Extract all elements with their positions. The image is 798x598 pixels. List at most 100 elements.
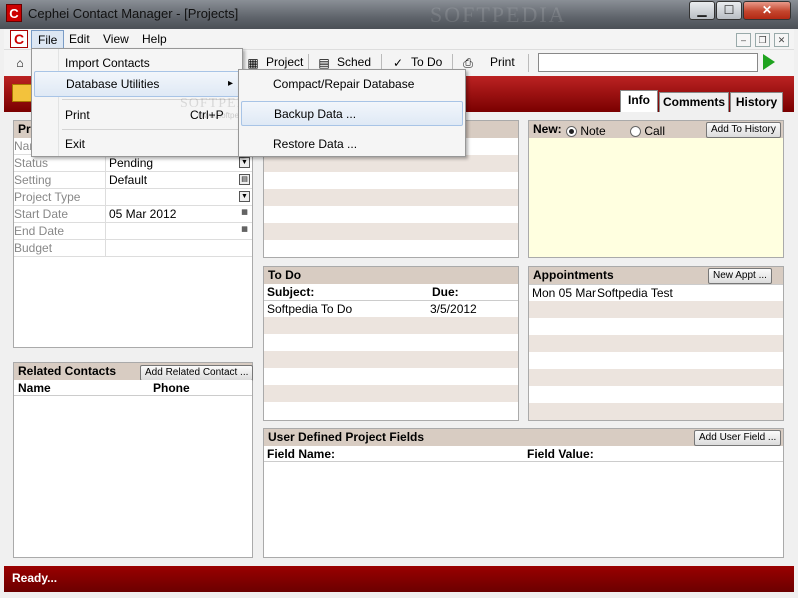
search-input[interactable] <box>538 53 758 72</box>
list-icon[interactable]: ▤ <box>239 174 250 185</box>
field-row-end-date[interactable]: End Date ▦ <box>14 223 252 240</box>
table-row[interactable]: Mon 05 Mar Softpedia Test <box>529 284 783 301</box>
menu-item-backup-data[interactable]: Backup Data ... <box>241 101 463 126</box>
field-label: Budget <box>14 240 106 256</box>
tab-info[interactable]: Info <box>620 90 658 112</box>
field-value[interactable]: Pending <box>107 155 252 171</box>
field-row-start-date[interactable]: Start Date 05 Mar 2012 ▦ <box>14 206 252 223</box>
menu-file[interactable]: File <box>31 30 65 49</box>
add-user-field-button[interactable]: Add User Field ... <box>694 430 782 446</box>
field-row-status[interactable]: Status Pending ▼ <box>14 155 252 172</box>
toolbar-divider <box>528 54 529 72</box>
menu-item-label: Print <box>65 108 90 122</box>
field-row-setting[interactable]: Setting Default ▤ <box>14 172 252 189</box>
mdi-restore-button[interactable]: ❐ <box>755 33 770 47</box>
related-contacts-title: Related Contacts <box>18 364 117 378</box>
list-row <box>264 223 518 240</box>
print-label: Print <box>490 55 515 69</box>
new-label: New: <box>533 122 562 136</box>
menu-view[interactable]: View <box>97 30 135 49</box>
todo-header: To Do <box>264 267 518 284</box>
tab-comments[interactable]: Comments <box>659 92 729 112</box>
column-field-value[interactable]: Field Value: <box>527 447 594 461</box>
field-label: Start Date <box>14 206 106 222</box>
column-name[interactable]: Name <box>18 381 51 395</box>
list-row <box>264 155 518 172</box>
radio-selected-icon[interactable] <box>566 126 577 138</box>
add-related-contact-button[interactable]: Add Related Contact ... <box>140 365 254 381</box>
close-button[interactable]: ✕ <box>743 1 791 20</box>
submenu-arrow-icon: ▸ <box>228 78 234 89</box>
calendar-icon[interactable]: ▦ <box>239 225 250 236</box>
sched-label: Sched <box>337 55 372 69</box>
table-row[interactable]: Softpedia To Do 3/5/2012 <box>264 300 518 317</box>
note-textarea[interactable] <box>529 138 783 257</box>
todo-panel: To Do Subject: Due: Softpedia To Do 3/5/… <box>263 266 519 421</box>
user-fields-panel: User Defined Project Fields Add User Fie… <box>263 428 784 558</box>
database-utilities-submenu: Compact/Repair Database Backup Data ... … <box>238 69 466 157</box>
dropdown-arrow-icon[interactable]: ▼ <box>239 191 250 202</box>
add-to-history-button[interactable]: Add To History <box>706 122 781 138</box>
todo-columns: Subject: Due: <box>264 284 518 300</box>
status-text: Ready... <box>12 571 58 585</box>
field-label: Status <box>14 155 106 171</box>
go-arrow-icon[interactable] <box>763 54 775 70</box>
field-value[interactable]: 05 Mar 2012 <box>107 206 252 222</box>
minimize-button[interactable]: ▁ <box>689 1 715 20</box>
todo-subject: Softpedia To Do <box>267 302 353 316</box>
field-row-budget[interactable]: Budget <box>14 240 252 257</box>
list-row <box>264 189 518 206</box>
appointments-panel: Appointments New Appt ... Mon 05 Mar Sof… <box>528 266 784 421</box>
list-row <box>264 317 518 334</box>
menu-item-database-utilities[interactable]: Database Utilities ▸ <box>34 71 240 97</box>
window-title: Cephei Contact Manager - [Projects] <box>28 6 239 21</box>
document-icon[interactable]: C <box>10 30 28 48</box>
menu-item-label: Compact/Repair Database <box>273 77 415 91</box>
field-value[interactable]: Default <box>107 172 252 188</box>
list-row <box>264 351 518 368</box>
file-menu-dropdown: Import Contacts Database Utilities ▸ Pri… <box>31 48 267 157</box>
field-label: End Date <box>14 223 106 239</box>
radio-icon[interactable] <box>630 126 641 138</box>
contacts-columns: Name Phone <box>14 380 252 396</box>
calendar-icon[interactable]: ▦ <box>239 208 250 219</box>
column-subject[interactable]: Subject: <box>267 285 314 299</box>
column-field-name[interactable]: Field Name: <box>267 447 335 461</box>
home-button[interactable]: ⌂ <box>12 53 33 73</box>
appt-date: Mon 05 Mar <box>532 286 597 300</box>
field-value[interactable] <box>107 223 252 239</box>
field-value[interactable] <box>107 189 252 205</box>
menu-help[interactable]: Help <box>136 30 173 49</box>
field-row-project-type[interactable]: Project Type ▼ <box>14 189 252 206</box>
field-label: Project Type <box>14 189 106 205</box>
menu-item-exit[interactable]: Exit <box>34 131 240 157</box>
user-fields-columns: Field Name: Field Value: <box>264 446 783 462</box>
column-due[interactable]: Due: <box>432 285 459 299</box>
menu-edit[interactable]: Edit <box>63 30 96 49</box>
related-contacts-panel: Related Contacts Add Related Contact ...… <box>13 362 254 558</box>
tab-history[interactable]: History <box>730 92 783 112</box>
menu-item-label: Exit <box>65 137 86 151</box>
new-appt-button[interactable]: New Appt ... <box>708 268 772 284</box>
list-row <box>264 385 518 402</box>
note-radio[interactable]: Note <box>566 123 606 139</box>
project-icon: ▦ <box>247 55 259 70</box>
checklist-icon: ✓ <box>392 55 404 70</box>
maximize-button[interactable]: ☐ <box>716 1 742 20</box>
dropdown-arrow-icon[interactable]: ▼ <box>239 157 250 168</box>
menu-item-compact-repair[interactable]: Compact/Repair Database <box>241 71 463 97</box>
project-label: Project <box>266 55 304 69</box>
menu-item-label: Database Utilities <box>66 77 160 91</box>
call-label: Call <box>644 124 666 138</box>
field-value[interactable] <box>107 240 252 256</box>
new-history-panel: New: Note Call Add To History <box>528 120 784 258</box>
list-row <box>529 301 783 318</box>
column-phone[interactable]: Phone <box>153 381 190 395</box>
print-button[interactable]: ⎙ Print <box>460 53 515 73</box>
printer-icon: ⎙ <box>463 55 473 70</box>
mdi-close-button[interactable]: ✕ <box>774 33 789 47</box>
call-radio[interactable]: Call <box>630 123 665 139</box>
menu-item-restore-data[interactable]: Restore Data ... <box>241 131 463 157</box>
mdi-minimize-button[interactable]: ‒ <box>736 33 751 47</box>
menu-item-label: Restore Data ... <box>273 137 358 151</box>
